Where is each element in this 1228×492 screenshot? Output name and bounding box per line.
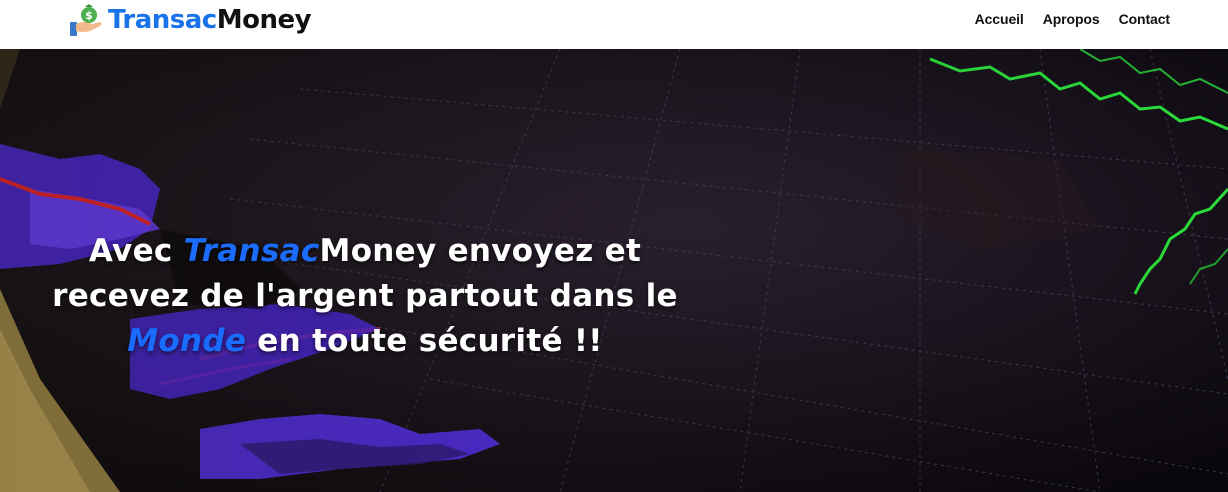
brand-name-part2: Money	[216, 5, 312, 35]
money-bag-hand-icon: $	[70, 4, 102, 36]
nav-link-accueil[interactable]: Accueil	[975, 11, 1024, 27]
nav-link-contact[interactable]: Contact	[1119, 11, 1171, 27]
nav-link-apropos[interactable]: Apropos	[1043, 11, 1100, 27]
brand-name: TransacMoney	[108, 5, 312, 35]
hero-line1-accent: Transac	[183, 233, 320, 269]
hero-line1-prefix: Avec	[88, 233, 184, 269]
hero-line2: recevez de l'argent partout dans le	[52, 278, 678, 314]
hero-line3-suffix: en toute sécurité !!	[246, 323, 603, 359]
svg-text:$: $	[85, 9, 93, 22]
navbar: $ TransacMoney Accueil Apropos Contact	[0, 0, 1228, 49]
hero-headline: Avec TransacMoney envoyez et recevez de …	[40, 229, 690, 364]
brand-name-part1: Transac	[108, 5, 217, 35]
hero-line3-accent: Monde	[127, 323, 247, 359]
hero-section: Avec TransacMoney envoyez et recevez de …	[0, 49, 1228, 492]
brand-logo-link[interactable]: $ TransacMoney	[66, 0, 312, 40]
nav-menu: Accueil Apropos Contact	[975, 11, 1170, 27]
hero-line1-suffix: Money envoyez et	[319, 233, 642, 269]
